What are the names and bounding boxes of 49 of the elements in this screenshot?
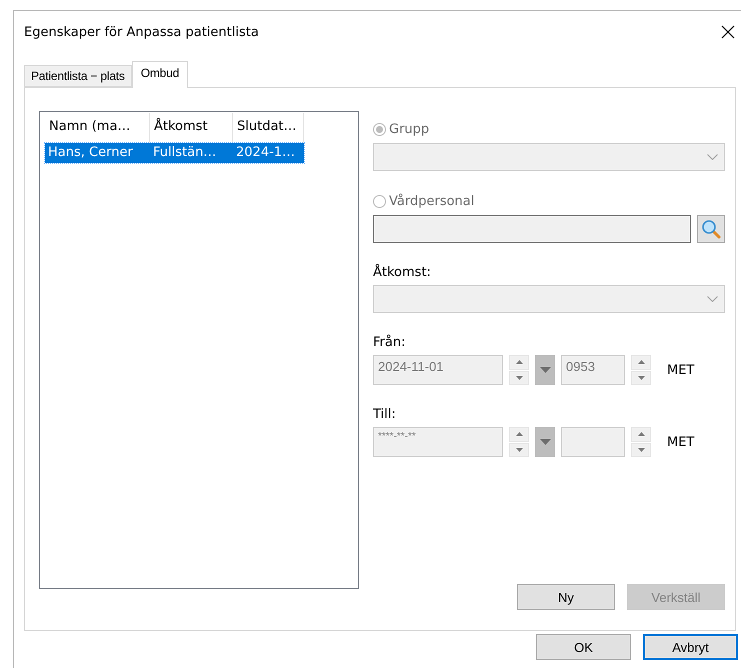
- caret-icon: [540, 367, 550, 373]
- spin-down-button[interactable]: [509, 442, 529, 457]
- spin-down-button[interactable]: [631, 370, 651, 385]
- radio-button[interactable]: [373, 122, 386, 136]
- field-label: Från:: [373, 334, 406, 352]
- time-field[interactable]: [561, 427, 625, 457]
- window-title: Egenskaper för Anpassa patientlista: [24, 24, 259, 40]
- date-field[interactable]: 2024-11-01: [373, 355, 503, 385]
- spin-up-button[interactable]: [631, 427, 651, 442]
- down-arrow-icon: [638, 448, 644, 452]
- staff-field[interactable]: [373, 215, 691, 243]
- search-button[interactable]: [697, 215, 725, 243]
- calendar-dropdown-button[interactable]: [535, 355, 555, 385]
- field-label: Till:: [373, 406, 397, 424]
- spin-up-button[interactable]: [509, 427, 529, 442]
- down-arrow-icon: [638, 376, 644, 380]
- list-cell-text: 2024-1…: [235, 144, 296, 162]
- chevron-down-icon: [707, 296, 718, 302]
- time-zone-label: MET: [667, 434, 694, 450]
- up-arrow-icon: [516, 432, 522, 436]
- chevron-down-icon: [707, 154, 718, 160]
- field-label: Åtkomst:: [373, 262, 432, 282]
- date-field[interactable]: ****-**-**: [373, 427, 503, 457]
- calendar-dropdown-button[interactable]: [535, 427, 555, 457]
- tab[interactable]: Ombud: [132, 61, 188, 88]
- radio-label: Vårdpersonal: [389, 194, 474, 208]
- dialog-button[interactable]: Avbryt: [643, 634, 738, 660]
- radio-label: Grupp: [389, 122, 430, 136]
- up-arrow-icon: [516, 360, 522, 364]
- spin-down-button[interactable]: [631, 442, 651, 457]
- dialog-button[interactable]: OK: [536, 634, 631, 660]
- caret-icon: [540, 439, 550, 445]
- time-field[interactable]: 0953: [561, 355, 625, 385]
- radio-button[interactable]: [373, 194, 386, 208]
- panel-button[interactable]: Ny: [517, 584, 615, 610]
- close-icon[interactable]: [721, 25, 735, 39]
- search-icon: [701, 219, 721, 239]
- spin-down-button[interactable]: [509, 370, 529, 385]
- up-arrow-icon: [638, 432, 644, 436]
- list-cell-text: Fullstän…: [152, 144, 218, 162]
- list-row[interactable]: Hans, Cerner Fullstän… 2024-1…: [45, 143, 304, 163]
- down-arrow-icon: [516, 376, 522, 380]
- time-zone-label: MET: [667, 362, 694, 378]
- list-cell-text: Hans, Cerner: [47, 144, 134, 162]
- up-arrow-icon: [638, 360, 644, 364]
- tab[interactable]: Patientlista − plats: [24, 65, 132, 87]
- down-arrow-icon: [516, 448, 522, 452]
- spin-up-button[interactable]: [631, 355, 651, 370]
- spin-up-button[interactable]: [509, 355, 529, 370]
